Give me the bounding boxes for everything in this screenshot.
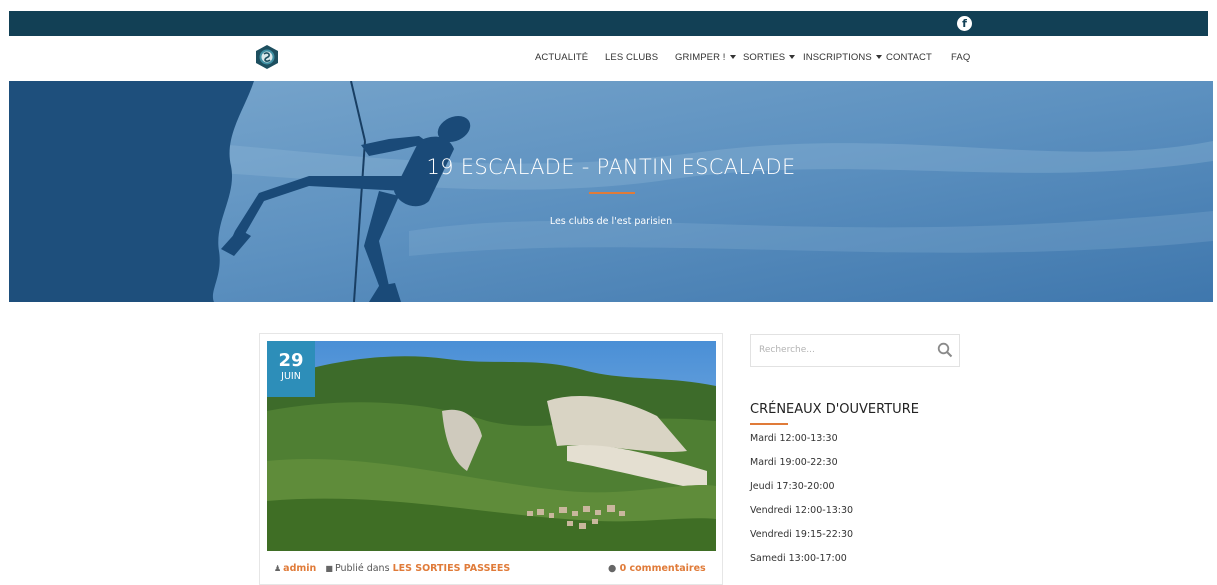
main-navbar: ACTUALITÉ LES CLUBS GRIMPER ! SORTIES IN… bbox=[9, 36, 1208, 82]
caret-down-icon bbox=[875, 55, 882, 59]
opening-hours-list: Mardi 12:00-13:30 Mardi 19:00-22:30 Jeud… bbox=[750, 432, 853, 576]
post-date-badge: 29 JUIN bbox=[267, 341, 315, 397]
nav-item-inscriptions[interactable]: INSCRIPTIONS bbox=[803, 52, 882, 63]
nav-item-label: CONTACT bbox=[886, 52, 932, 63]
list-item: Mardi 12:00-13:30 bbox=[750, 433, 838, 444]
post-date-day: 29 bbox=[278, 350, 304, 371]
facebook-icon[interactable]: f bbox=[957, 16, 972, 31]
hero-banner: 19 ESCALADE - PANTIN ESCALADE Les clubs … bbox=[9, 81, 1213, 302]
widget-title-divider bbox=[750, 423, 788, 425]
nav-item-les-clubs[interactable]: LES CLUBS bbox=[605, 52, 658, 63]
caret-down-icon bbox=[789, 55, 796, 59]
post-category-link[interactable]: LES SORTIES PASSEES bbox=[393, 563, 511, 574]
nav-item-actualite[interactable]: ACTUALITÉ bbox=[535, 52, 588, 63]
nav-item-label: FAQ bbox=[951, 52, 971, 63]
nav-item-label: GRIMPER ! bbox=[675, 52, 726, 63]
caret-down-icon bbox=[729, 55, 736, 59]
published-in-label: Publié dans bbox=[334, 563, 390, 574]
post-date-month: JUIN bbox=[281, 371, 301, 382]
comments-count: 0 commentaires bbox=[619, 563, 706, 574]
list-item: Vendredi 12:00-13:30 bbox=[750, 505, 854, 516]
page-subtitle: Les clubs de l'est parisien bbox=[549, 216, 673, 227]
opening-hours-title: CRÉNEAUX D'OUVERTURE bbox=[750, 402, 919, 417]
nav-item-label: LES CLUBS bbox=[605, 52, 659, 63]
folder-icon: ■ bbox=[325, 564, 333, 573]
top-bar: f bbox=[9, 11, 1208, 36]
list-item: Jeudi 17:30-20:00 bbox=[750, 481, 835, 492]
nav-item-contact[interactable]: CONTACT bbox=[886, 52, 932, 63]
page-title: 19 ESCALADE - PANTIN ESCALADE bbox=[426, 155, 796, 179]
title-divider bbox=[589, 192, 635, 194]
post-author-link[interactable]: admin bbox=[283, 563, 316, 574]
post-featured-image[interactable] bbox=[267, 341, 716, 551]
list-item: Vendredi 19:15-22:30 bbox=[750, 529, 854, 540]
nav-item-label: SORTIES bbox=[743, 52, 786, 63]
nav-item-grimper[interactable]: GRIMPER ! bbox=[675, 52, 736, 63]
nav-item-label: ACTUALITÉ bbox=[535, 52, 589, 63]
comment-icon: ● bbox=[608, 563, 617, 574]
club-logo-icon[interactable] bbox=[254, 44, 280, 70]
user-icon: ♟ bbox=[274, 564, 282, 573]
post-card: 29 JUIN ♟ admin ■ Publié dans LES SORTIES … bbox=[259, 333, 723, 585]
nav-item-faq[interactable]: FAQ bbox=[951, 52, 970, 63]
post-meta: ♟ admin ■ Publié dans LES SORTIES PASSEES bbox=[274, 563, 510, 574]
search-input[interactable] bbox=[759, 342, 929, 358]
comments-link[interactable]: ● 0 commentaires bbox=[608, 563, 706, 574]
search-box bbox=[750, 334, 960, 367]
list-item: Samedi 13:00-17:00 bbox=[750, 553, 847, 564]
nav-item-sorties[interactable]: SORTIES bbox=[743, 52, 796, 63]
search-icon[interactable] bbox=[937, 342, 953, 358]
nav-item-label: INSCRIPTIONS bbox=[803, 52, 872, 63]
list-item: Mardi 19:00-22:30 bbox=[750, 457, 838, 468]
